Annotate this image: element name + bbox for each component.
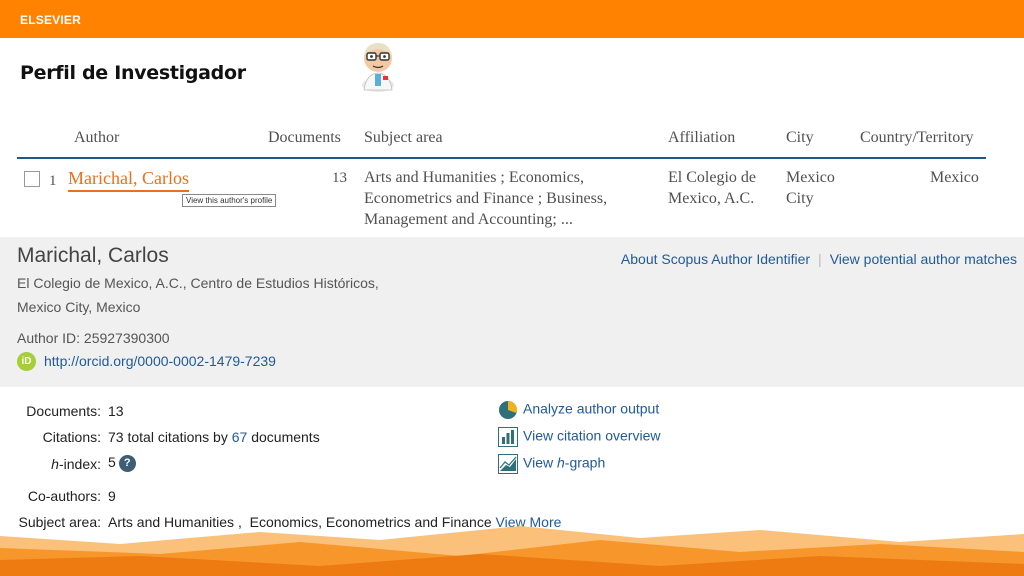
analyze-output-action[interactable]: Analyze author output	[498, 400, 659, 420]
author-affiliation-line: Mexico City, Mexico	[17, 299, 141, 315]
author-link-tooltip: View this author's profile	[182, 194, 277, 207]
pie-chart-icon	[499, 401, 518, 419]
brand-logo: ELSEVIER	[20, 13, 81, 27]
decorative-wave	[0, 526, 1024, 576]
row-index: 1	[49, 173, 57, 189]
row-subject-line: Management and Accounting; ...	[364, 211, 573, 228]
row-affiliation-line: El Colegio de	[668, 169, 756, 186]
bar-chart-icon	[498, 427, 518, 447]
column-documents[interactable]: Documents	[268, 129, 341, 147]
row-country: Mexico	[930, 169, 979, 186]
documents-label: Documents:	[26, 403, 101, 419]
author-profile-name: Marichal, Carlos	[17, 244, 169, 267]
column-city[interactable]: City	[786, 129, 814, 147]
citation-overview-link[interactable]: View citation overview	[523, 428, 660, 444]
citations-suffix: documents	[251, 429, 320, 445]
hgraph-h: h	[556, 454, 565, 471]
row-city-line: City	[786, 190, 814, 207]
author-identifier-links: About Scopus Author Identifier | View pote…	[621, 251, 1017, 267]
help-icon[interactable]: ?	[118, 454, 136, 472]
analyze-output-link[interactable]: Analyze author output	[523, 401, 659, 417]
row-affiliation-line: Mexico, A.C.	[668, 190, 755, 207]
author-affiliation-line: El Colegio de Mexico, A.C., Centro de Es…	[17, 275, 379, 291]
orcid-icon: iD	[17, 352, 36, 371]
line-graph-icon	[498, 454, 518, 474]
table-header-divider	[17, 157, 986, 159]
hgraph-prefix: View	[523, 454, 557, 471]
scientist-cartoon-icon	[362, 43, 394, 92]
orcid-link[interactable]: http://orcid.org/0000-0002-1479-7239	[44, 353, 276, 369]
potential-author-matches-link[interactable]: View potential author matches	[830, 251, 1017, 267]
hgraph-link[interactable]: View h-graph	[523, 455, 605, 471]
citations-value: 73 total citations by 67 documents	[108, 429, 320, 445]
column-country[interactable]: Country/Territory	[860, 129, 974, 147]
link-separator: |	[818, 251, 822, 267]
column-author[interactable]: Author	[74, 129, 119, 147]
hindex-label-h: h	[51, 456, 59, 472]
coauthors-link[interactable]: 9	[108, 488, 116, 504]
row-select-checkbox[interactable]	[24, 171, 40, 187]
hgraph-suffix: -graph	[564, 454, 606, 471]
page-title: Perfil de Investigador	[20, 62, 246, 84]
column-affiliation[interactable]: Affiliation	[668, 129, 735, 147]
about-scopus-author-id-link[interactable]: About Scopus Author Identifier	[621, 251, 810, 267]
hindex-value-wrap: 5?	[108, 454, 136, 472]
row-subject-line: Arts and Humanities ; Economics,	[364, 169, 584, 186]
citations-total: 73 total citations by	[108, 429, 228, 445]
hindex-value: 5	[108, 454, 116, 470]
documents-value: 13	[108, 403, 124, 419]
citing-documents-link[interactable]: 67	[232, 429, 248, 445]
hindex-label-rest: -index:	[58, 456, 101, 472]
hindex-label: h-index:	[20, 456, 101, 472]
author-name-link[interactable]: Marichal, Carlos	[68, 167, 189, 192]
row-documents: 13	[332, 170, 347, 186]
citations-label: Citations:	[42, 429, 101, 445]
top-banner: ELSEVIER	[0, 0, 1024, 38]
row-city-line: Mexico	[786, 169, 835, 186]
coauthors-label: Co-authors:	[27, 488, 101, 504]
column-subject-area[interactable]: Subject area	[364, 129, 443, 147]
hgraph-action[interactable]: View h-graph	[498, 454, 605, 474]
author-id: Author ID: 25927390300	[17, 330, 170, 346]
row-subject-line: Econometrics and Finance ; Business,	[364, 190, 608, 207]
citation-overview-action[interactable]: View citation overview	[498, 427, 660, 447]
